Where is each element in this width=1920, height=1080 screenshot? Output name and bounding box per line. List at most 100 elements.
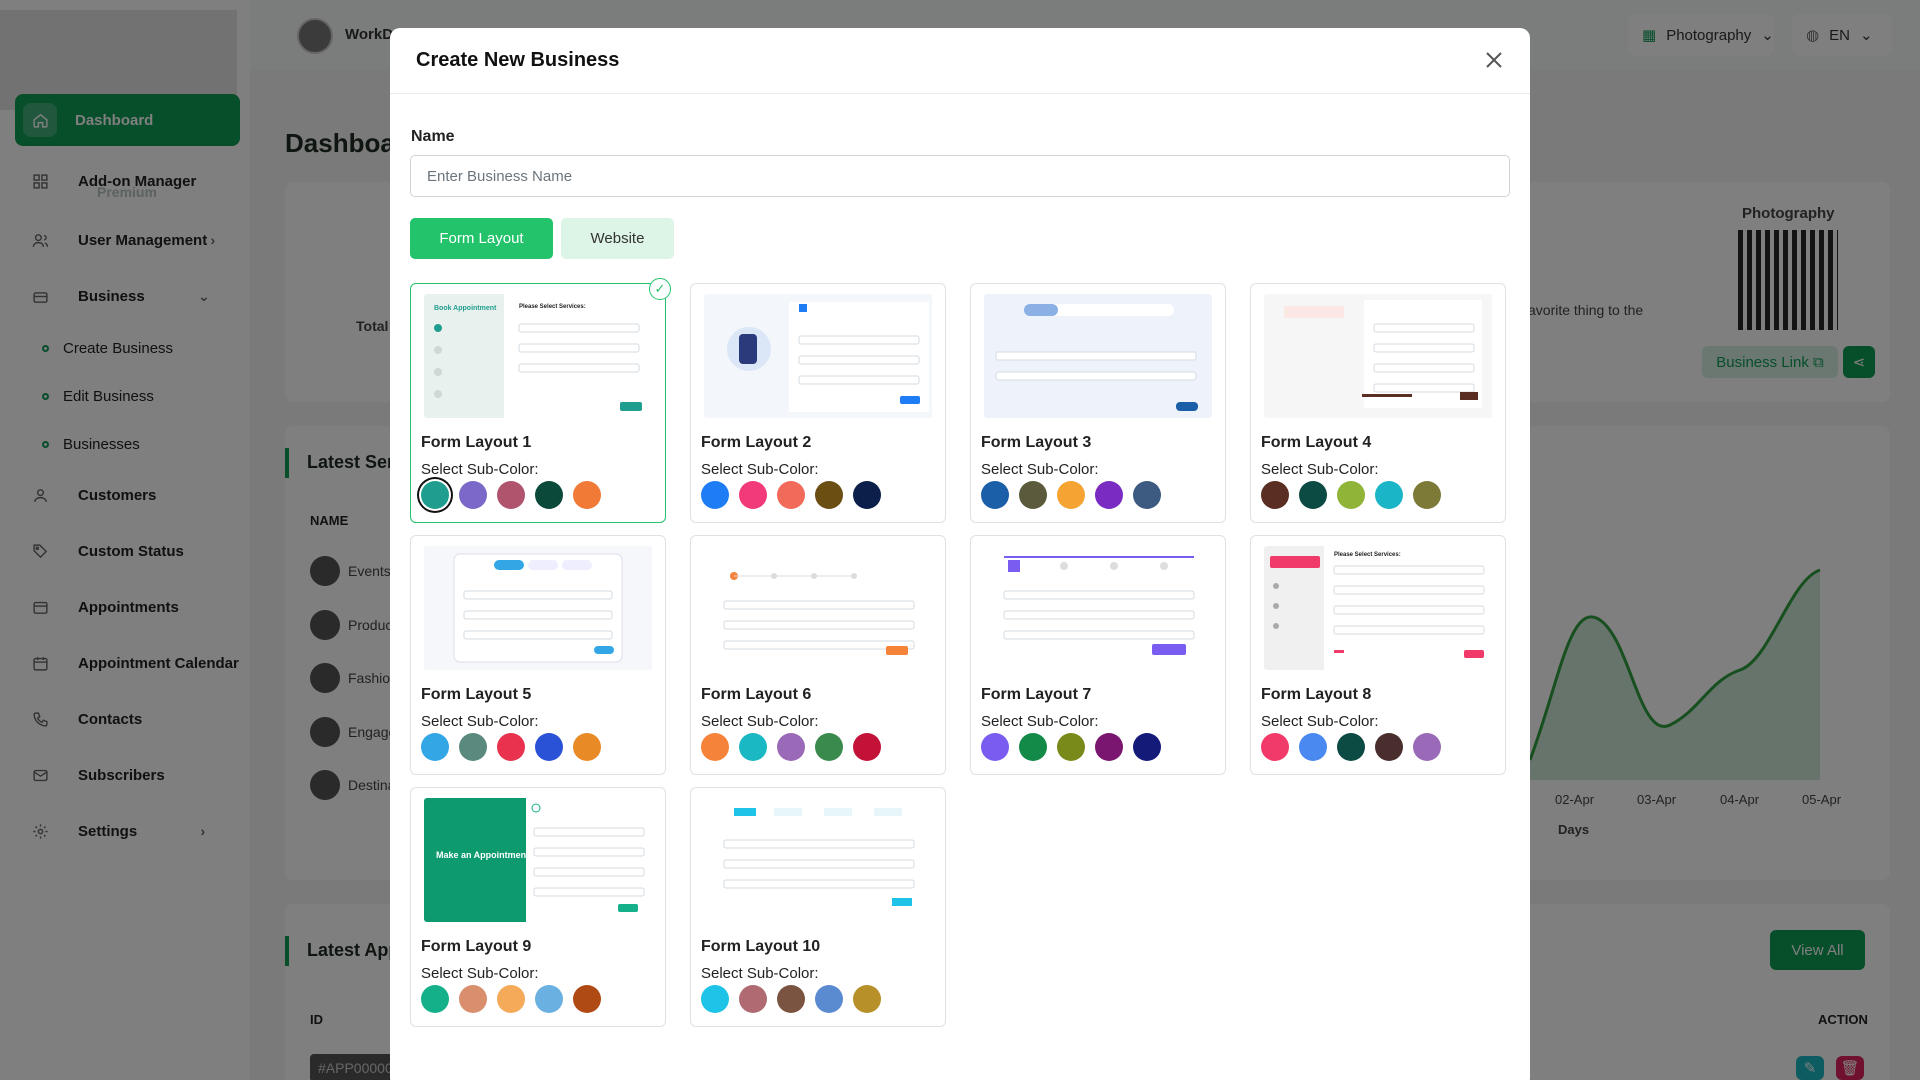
- layout-thumbnail: [704, 798, 932, 922]
- color-swatch-group: [701, 733, 881, 761]
- color-swatch-group: [981, 733, 1161, 761]
- color-swatch-group: [421, 733, 601, 761]
- color-swatch[interactable]: [981, 481, 1009, 509]
- color-swatch[interactable]: [777, 733, 805, 761]
- color-swatch[interactable]: [421, 481, 449, 509]
- color-swatch-group: [981, 481, 1161, 509]
- color-swatch[interactable]: [1375, 481, 1403, 509]
- thumb-text: Book Appointment: [434, 305, 497, 312]
- color-swatch[interactable]: [1261, 481, 1289, 509]
- thumb-text: Please Select Services:: [1334, 552, 1401, 558]
- color-swatch[interactable]: [1133, 481, 1161, 509]
- layout-name: Form Layout 2: [701, 434, 812, 451]
- color-swatch[interactable]: [573, 985, 601, 1013]
- layout-preview-image: [1264, 294, 1492, 418]
- layout-preview-image: [984, 546, 1212, 670]
- layout-name: Form Layout 1: [421, 434, 532, 451]
- business-name-input[interactable]: [410, 155, 1510, 197]
- color-swatch-group: [701, 985, 881, 1013]
- form-layout-card[interactable]: Book Appointment Please Select Services: F…: [410, 278, 671, 523]
- color-swatch[interactable]: [1057, 733, 1085, 761]
- color-swatch[interactable]: [1337, 733, 1365, 761]
- color-swatch[interactable]: [739, 481, 767, 509]
- close-icon[interactable]: [1482, 48, 1506, 72]
- color-swatch[interactable]: [459, 481, 487, 509]
- color-swatch[interactable]: [1413, 733, 1441, 761]
- color-swatch[interactable]: [1057, 481, 1085, 509]
- color-swatch[interactable]: [1133, 733, 1161, 761]
- layout-preview-image: Please Select Services:: [1264, 546, 1492, 670]
- color-swatch[interactable]: [421, 985, 449, 1013]
- form-layout-card[interactable]: Form Layout 3 Select Sub-Color:: [970, 283, 1226, 523]
- color-swatch[interactable]: [459, 733, 487, 761]
- color-swatch[interactable]: [1375, 733, 1403, 761]
- layout-thumbnail: [704, 546, 932, 670]
- layout-name: Form Layout 10: [701, 938, 821, 955]
- layout-preview-image: [704, 798, 932, 922]
- layout-name: Form Layout 6: [701, 686, 812, 703]
- form-layout-card[interactable]: Form Layout 5 Select Sub-Color:: [410, 535, 666, 775]
- layout-preview-image: [704, 546, 932, 670]
- color-swatch[interactable]: [421, 733, 449, 761]
- form-layout-card[interactable]: Please Select Services: Form Layout 8 Sele…: [1250, 535, 1506, 775]
- thumb-text: Make an Appointment: [436, 850, 529, 860]
- color-swatch[interactable]: [777, 481, 805, 509]
- color-swatch[interactable]: [1019, 481, 1047, 509]
- color-swatch[interactable]: [535, 733, 563, 761]
- color-swatch[interactable]: [497, 733, 525, 761]
- color-swatch[interactable]: [777, 985, 805, 1013]
- color-swatch[interactable]: [815, 733, 843, 761]
- color-swatch[interactable]: [535, 481, 563, 509]
- color-swatch[interactable]: [1095, 481, 1123, 509]
- color-swatch[interactable]: [815, 481, 843, 509]
- sub-color-label: Select Sub-Color:: [701, 965, 819, 982]
- color-swatch[interactable]: [1019, 733, 1047, 761]
- form-layout-card[interactable]: Make an Appointment Form Layout 9 Select S…: [410, 787, 666, 1027]
- color-swatch-group: [421, 481, 601, 509]
- color-swatch[interactable]: [853, 985, 881, 1013]
- color-swatch[interactable]: [1413, 481, 1441, 509]
- layout-thumbnail: Make an Appointment: [424, 798, 652, 922]
- color-swatch[interactable]: [1299, 733, 1327, 761]
- color-swatch[interactable]: [701, 985, 729, 1013]
- color-swatch[interactable]: [701, 733, 729, 761]
- sub-color-label: Select Sub-Color:: [981, 713, 1099, 730]
- color-swatch[interactable]: [459, 985, 487, 1013]
- color-swatch[interactable]: [535, 985, 563, 1013]
- layout-preview-image: [424, 546, 652, 670]
- tab-form-layout[interactable]: Form Layout: [410, 218, 553, 259]
- color-swatch[interactable]: [853, 481, 881, 509]
- tab-website[interactable]: Website: [561, 218, 674, 259]
- color-swatch[interactable]: [1095, 733, 1123, 761]
- color-swatch[interactable]: [1299, 481, 1327, 509]
- color-swatch[interactable]: [815, 985, 843, 1013]
- layout-preview-image: Make an Appointment: [424, 798, 652, 922]
- color-swatch-group: [701, 481, 881, 509]
- color-swatch[interactable]: [497, 985, 525, 1013]
- color-swatch[interactable]: [853, 733, 881, 761]
- layout-thumbnail: Please Select Services:: [1264, 546, 1492, 670]
- layout-thumbnail: [704, 294, 932, 418]
- color-swatch[interactable]: [739, 985, 767, 1013]
- form-layout-card[interactable]: Form Layout 2 Select Sub-Color:: [690, 283, 946, 523]
- form-layout-card[interactable]: Form Layout 10 Select Sub-Color:: [690, 787, 946, 1027]
- color-swatch[interactable]: [981, 733, 1009, 761]
- color-swatch[interactable]: [573, 481, 601, 509]
- layout-name: Form Layout 8: [1261, 686, 1372, 703]
- layout-preview-image: Book Appointment Please Select Services:: [424, 294, 652, 418]
- color-swatch[interactable]: [739, 733, 767, 761]
- color-swatch-group: [421, 985, 601, 1013]
- create-business-modal: Create New Business Name Form Layout Web…: [390, 28, 1530, 1080]
- form-layout-card[interactable]: Form Layout 7 Select Sub-Color:: [970, 535, 1226, 775]
- color-swatch[interactable]: [573, 733, 601, 761]
- modal-title: Create New Business: [416, 49, 620, 71]
- sub-color-label: Select Sub-Color:: [421, 713, 539, 730]
- layout-thumbnail: [1264, 294, 1492, 418]
- color-swatch[interactable]: [1261, 733, 1289, 761]
- color-swatch[interactable]: [701, 481, 729, 509]
- color-swatch[interactable]: [497, 481, 525, 509]
- sub-color-label: Select Sub-Color:: [421, 965, 539, 982]
- color-swatch[interactable]: [1337, 481, 1365, 509]
- form-layout-card[interactable]: Form Layout 6 Select Sub-Color:: [690, 535, 946, 775]
- form-layout-card[interactable]: Form Layout 4 Select Sub-Color:: [1250, 283, 1506, 523]
